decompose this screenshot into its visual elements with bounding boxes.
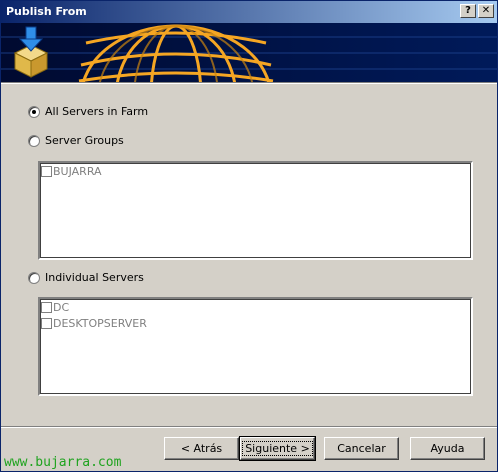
checkbox[interactable]	[41, 165, 52, 177]
list-item[interactable]: DESKTOPSERVER	[40, 315, 471, 331]
help-icon: ?	[465, 5, 471, 16]
window-title: Publish From	[6, 5, 87, 18]
all-servers-option[interactable]: All Servers in Farm	[28, 105, 148, 118]
server-groups-label: Server Groups	[45, 134, 124, 147]
checkbox[interactable]	[41, 317, 52, 329]
server-groups-option[interactable]: Server Groups	[28, 134, 124, 147]
all-servers-label: All Servers in Farm	[45, 105, 149, 118]
watermark: www.bujarra.com	[4, 455, 122, 470]
server-groups-list[interactable]: BUJARRA	[38, 161, 473, 260]
footer-divider	[1, 426, 497, 428]
list-item[interactable]: DC	[40, 299, 471, 315]
all-servers-radio[interactable]	[28, 105, 40, 118]
server-groups-radio[interactable]	[28, 134, 40, 147]
individual-servers-radio[interactable]	[28, 271, 40, 284]
back-button[interactable]: < Atrás	[164, 437, 239, 460]
individual-servers-label: Individual Servers	[45, 271, 144, 284]
individual-servers-option[interactable]: Individual Servers	[28, 271, 144, 284]
checkbox[interactable]	[41, 301, 52, 313]
list-item[interactable]: BUJARRA	[40, 163, 471, 179]
next-button[interactable]: Siguiente >	[239, 436, 316, 461]
close-title-button[interactable]: ✕	[478, 4, 494, 18]
individual-servers-list[interactable]: DC DESKTOPSERVER	[38, 297, 473, 396]
publish-from-dialog: Publish From ? ✕ All Servers in Farm Ser…	[0, 0, 498, 472]
close-icon: ✕	[481, 5, 491, 16]
globe-banner-graphic	[1, 23, 497, 82]
help-title-button[interactable]: ?	[460, 4, 476, 18]
wizard-banner	[1, 23, 497, 82]
title-bar: Publish From ? ✕	[1, 1, 497, 23]
cancel-button[interactable]: Cancelar	[324, 437, 399, 460]
banner-divider	[1, 82, 497, 84]
help-button[interactable]: Ayuda	[410, 437, 485, 460]
